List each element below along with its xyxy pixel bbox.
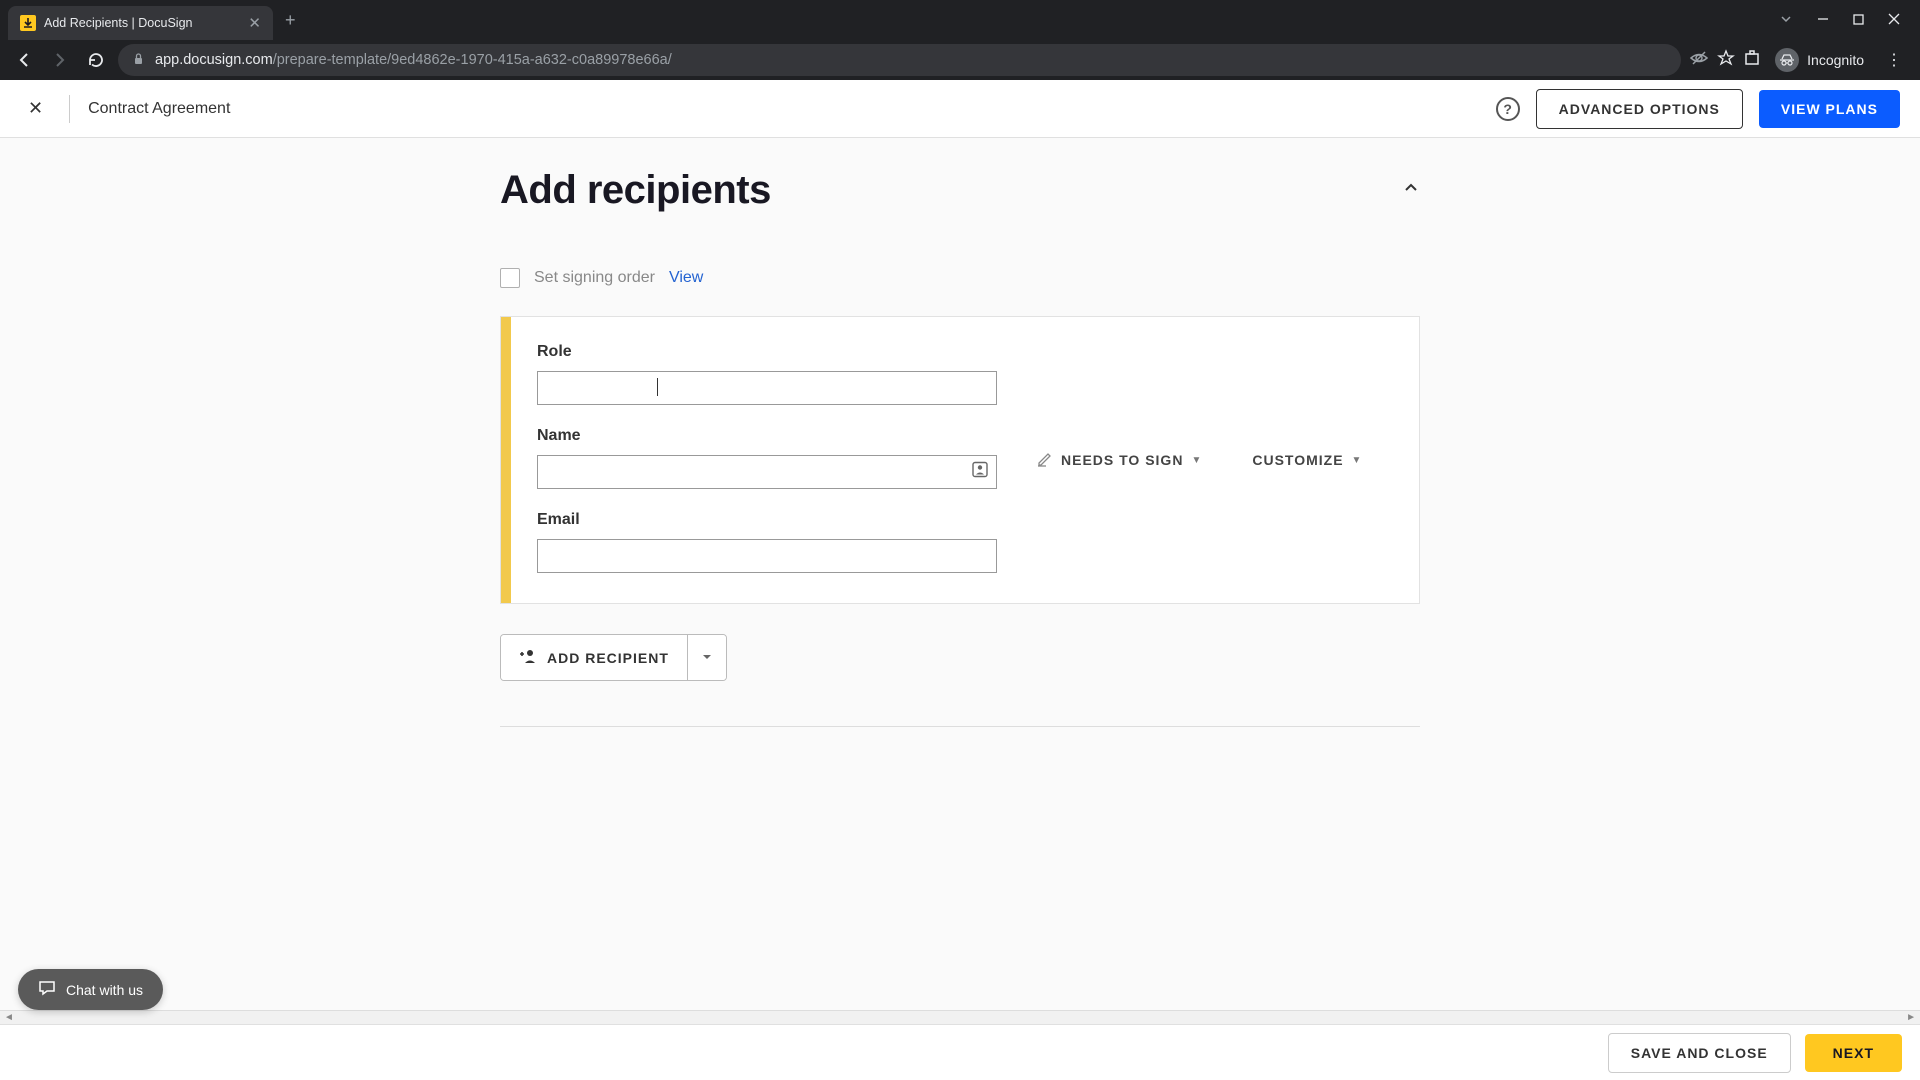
chat-widget[interactable]: Chat with us [18, 969, 163, 1010]
next-button[interactable]: NEXT [1805, 1034, 1902, 1072]
view-signing-order-link[interactable]: View [669, 269, 703, 287]
close-editor-button[interactable]: ✕ [20, 98, 51, 119]
chat-icon [38, 979, 56, 1000]
extensions-icon[interactable] [1743, 49, 1761, 72]
view-plans-button[interactable]: VIEW PLANS [1759, 90, 1900, 128]
role-label: Role [537, 343, 997, 361]
advanced-options-button[interactable]: ADVANCED OPTIONS [1536, 89, 1743, 129]
content-scroll[interactable]: Add recipients Set signing order View Ro… [0, 138, 1920, 1024]
customize-label: CUSTOMIZE [1252, 452, 1343, 468]
address-bar[interactable]: app.docusign.com/prepare-template/9ed486… [118, 44, 1681, 76]
role-input[interactable] [537, 371, 997, 405]
add-person-icon [519, 647, 537, 668]
scroll-right-icon[interactable]: ► [1906, 1012, 1916, 1023]
browser-tab[interactable]: Add Recipients | DocuSign ✕ [8, 6, 273, 40]
content: Add recipients Set signing order View Ro… [500, 138, 1420, 757]
save-and-close-button[interactable]: SAVE AND CLOSE [1608, 1033, 1791, 1073]
browser-chrome: Add Recipients | DocuSign ✕ + [0, 0, 1920, 80]
url-text: app.docusign.com/prepare-template/9ed486… [155, 52, 672, 68]
section-title: Add recipients [500, 168, 771, 213]
add-recipient-row: ADD RECIPIENT [500, 634, 1420, 681]
browser-menu-icon[interactable]: ⋮ [1878, 50, 1910, 70]
section-header: Add recipients [500, 168, 1420, 213]
docusign-favicon [20, 15, 36, 31]
window-close-icon[interactable] [1888, 12, 1900, 28]
footer-bar: SAVE AND CLOSE NEXT [0, 1024, 1920, 1080]
signing-order-row: Set signing order View [500, 268, 1420, 288]
lock-icon [132, 52, 145, 68]
new-tab-button[interactable]: + [285, 10, 296, 31]
pencil-icon [1037, 451, 1053, 470]
divider [69, 95, 70, 123]
incognito-icon [1775, 48, 1799, 72]
set-signing-order-label: Set signing order [534, 269, 655, 287]
section-divider [500, 726, 1420, 727]
maximize-icon[interactable] [1853, 12, 1864, 28]
customize-dropdown[interactable]: CUSTOMIZE ▼ [1252, 347, 1362, 573]
forward-button[interactable] [46, 46, 74, 74]
recipient-color-strip [501, 317, 511, 603]
set-signing-order-checkbox[interactable] [500, 268, 520, 288]
back-button[interactable] [10, 46, 38, 74]
horizontal-scrollbar[interactable]: ◄ ► [0, 1010, 1920, 1024]
chevron-down-icon: ▼ [1191, 455, 1202, 466]
collapse-section-icon[interactable] [1402, 179, 1420, 202]
tab-title: Add Recipients | DocuSign [44, 16, 240, 30]
add-recipient-dropdown[interactable] [687, 635, 726, 680]
tab-dropdown-icon[interactable] [1779, 12, 1793, 29]
tab-bar: Add Recipients | DocuSign ✕ + [0, 0, 1920, 40]
address-row: app.docusign.com/prepare-template/9ed486… [0, 40, 1920, 80]
help-icon[interactable]: ? [1496, 97, 1520, 121]
add-recipient-button[interactable]: ADD RECIPIENT [501, 635, 687, 680]
bookmark-icon[interactable] [1717, 49, 1735, 72]
incognito-badge[interactable]: Incognito [1769, 48, 1870, 72]
text-cursor [657, 378, 658, 396]
chevron-down-icon: ▼ [1352, 455, 1363, 466]
name-label: Name [537, 427, 997, 445]
chat-label: Chat with us [66, 982, 143, 998]
recipient-card: Role Name [500, 316, 1420, 604]
email-label: Email [537, 511, 997, 529]
app-header: ✕ Contract Agreement ? ADVANCED OPTIONS … [0, 80, 1920, 138]
name-input[interactable] [537, 455, 997, 489]
needs-to-sign-dropdown[interactable]: NEEDS TO SIGN ▼ [1037, 347, 1202, 573]
tracking-icon[interactable] [1689, 48, 1709, 73]
reload-button[interactable] [82, 46, 110, 74]
tab-close-icon[interactable]: ✕ [248, 14, 261, 32]
window-controls [1779, 12, 1912, 29]
contacts-icon[interactable] [971, 461, 989, 484]
scroll-left-icon[interactable]: ◄ [4, 1012, 14, 1023]
email-input[interactable] [537, 539, 997, 573]
document-title: Contract Agreement [88, 100, 230, 118]
minimize-icon[interactable] [1817, 12, 1829, 28]
needs-to-sign-label: NEEDS TO SIGN [1061, 452, 1183, 468]
